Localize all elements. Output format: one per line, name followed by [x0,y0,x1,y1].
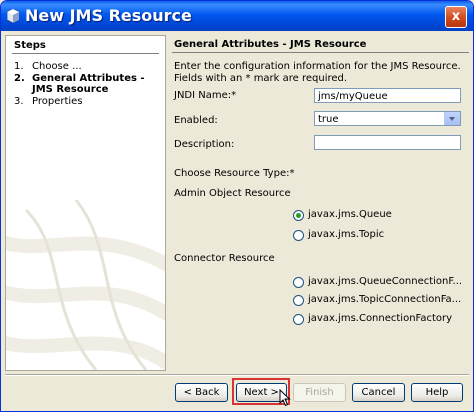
radio-label: javax.jms.TopicConnectionFa... [308,294,462,305]
radio-button[interactable] [293,277,304,288]
jndi-name-label: JNDI Name:* [174,90,237,101]
jndi-name-value: jms/myQueue [318,91,388,102]
footer-divider [5,374,469,376]
admin-object-resource-label: Admin Object Resource [174,188,291,199]
enabled-value: true [318,114,339,125]
connector-resource-label: Connector Resource [174,253,275,264]
step-label: Choose ... [32,61,82,72]
section-divider [172,52,469,53]
radio-button[interactable] [293,314,304,325]
step-label: Properties [32,96,83,107]
instructions-text: Enter the configuration information for … [174,61,461,84]
radio-label: javax.jms.Queue [308,209,392,220]
close-icon: x [451,9,461,24]
steps-divider [12,53,159,54]
jndi-name-input[interactable]: jms/myQueue [314,88,461,103]
radio-button[interactable] [293,295,304,306]
window-title: New JMS Resource [25,6,192,25]
title-bar[interactable]: New JMS Resource x [1,1,473,31]
finish-button[interactable]: Finish [293,383,346,402]
radio-label: javax.jms.ConnectionFactory [308,313,453,324]
back-button[interactable]: < Back [175,383,228,402]
steps-header: Steps [14,40,46,51]
decorative-swirl-graphic [6,200,165,370]
step-number: 2. [14,73,25,84]
section-title: General Attributes - JMS Resource [174,39,367,50]
chevron-down-icon[interactable] [444,112,460,125]
step-number: 1. [14,61,24,72]
enabled-label: Enabled: [174,115,218,126]
description-label: Description: [174,139,235,150]
radio-button[interactable] [293,230,304,241]
cancel-button[interactable]: Cancel [352,383,405,402]
resource-type-label: Choose Resource Type:* [174,168,295,179]
close-button[interactable]: x [445,6,467,28]
radio-button-checked[interactable] [293,210,304,221]
help-button[interactable]: Help [411,383,463,402]
radio-label: javax.jms.QueueConnectionF... [308,276,463,287]
step-label: General Attributes - JMS Resource [32,73,145,95]
step-number: 3. [14,96,24,107]
dialog-window: New JMS Resource x Steps 1. Choose ... 2… [0,0,474,412]
description-input[interactable] [314,135,461,150]
radio-label: javax.jms.Topic [308,229,385,240]
steps-pane: Steps 1. Choose ... 2. General Attribute… [5,35,166,371]
enabled-select[interactable]: true [314,111,461,126]
app-icon [7,9,19,23]
mouse-pointer-icon [279,389,291,407]
